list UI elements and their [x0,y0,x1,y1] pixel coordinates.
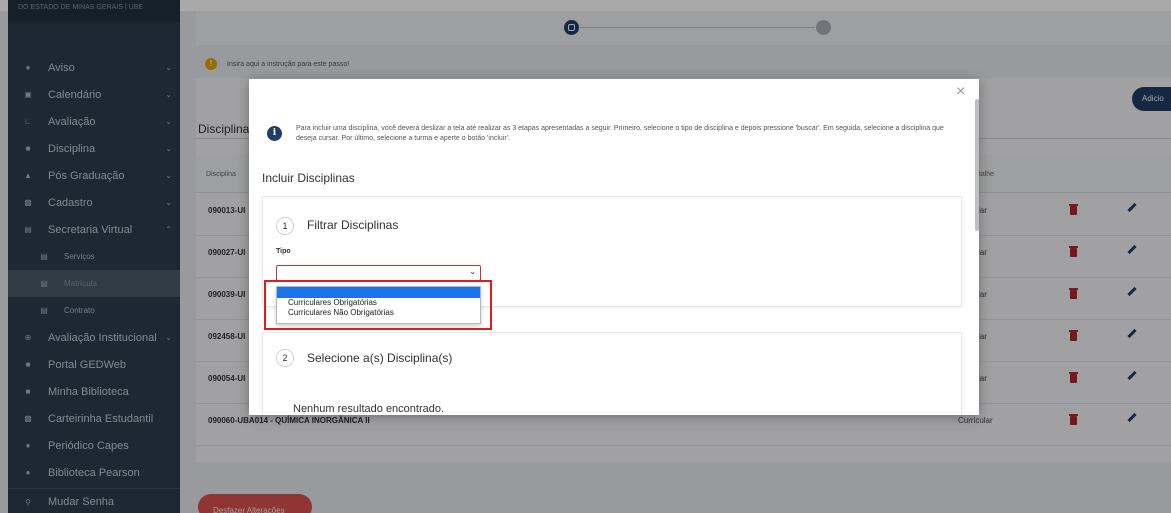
include-disciplines-modal: × i Para incluir uma disciplina, você de… [249,79,979,415]
filter-section-title: Filtrar Disciplinas [307,218,399,232]
info-text: Para incluir uma disciplina, você deverá… [296,125,944,142]
info-icon: i [267,126,282,141]
modal-scrollbar[interactable] [975,99,979,231]
no-results-text: Nenhum resultado encontrado. [293,403,445,415]
chevron-down-icon: ⌄ [469,267,476,276]
close-icon[interactable]: × [956,83,965,101]
step-number-1: 1 [276,217,294,235]
select-disciplines-card: 2 Selecione a(s) Disciplina(s) Nenhum re… [262,332,962,415]
info-row: i Para incluir uma disciplina, você deve… [267,124,947,144]
step-number-2: 2 [276,349,294,367]
select-section-title: Selecione a(s) Disciplina(s) [307,351,453,365]
tipo-label: Tipo [276,248,291,255]
highlight-frame [264,280,492,330]
tipo-select[interactable]: ⌄ [276,265,481,281]
modal-title: Incluir Disciplinas [262,171,355,185]
